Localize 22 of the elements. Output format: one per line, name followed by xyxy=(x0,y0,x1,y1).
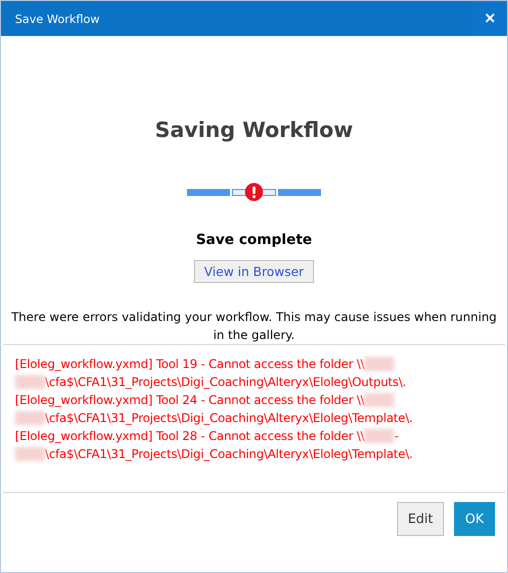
redacted-mark xyxy=(364,393,394,407)
dialog-heading: Saving Workflow xyxy=(154,118,354,142)
ok-button[interactable]: OK xyxy=(454,502,495,536)
view-in-browser-button[interactable]: View in Browser xyxy=(194,260,314,283)
error-text: [Eloleg_workflow.yxmd] Tool 24 - Cannot access the folder \\ xyxy=(15,393,364,407)
redacted-mark xyxy=(15,375,45,389)
redacted-mark xyxy=(364,357,394,371)
error-text: \cfa$\CFA1\31_Projects\Digi_Coaching\Alteryx\Eloleg\Template\. xyxy=(45,411,413,425)
error-text: \cfa$\CFA1\31_Projects\Digi_Coaching\Alteryx\Eloleg\Outputs\. xyxy=(45,375,406,389)
error-text: [Eloleg_workflow.yxmd] Tool 28 - Cannot access the folder \\ xyxy=(15,429,364,443)
close-button[interactable]: × xyxy=(473,1,507,36)
redacted-mark xyxy=(364,429,394,443)
redacted-mark xyxy=(15,411,45,425)
status-text: Save complete xyxy=(196,232,312,248)
error-icon xyxy=(245,183,263,201)
edit-button[interactable]: Edit xyxy=(396,502,444,536)
warning-message: There were errors validating your workflow. This may cause issues when running in the gallery. xyxy=(10,309,498,344)
error-text: \cfa$\CFA1\31_Projects\Digi_Coaching\Alteryx\Eloleg\Template\. xyxy=(45,447,413,461)
window-title: Save Workflow xyxy=(15,12,100,26)
error-text: [Eloleg_workflow.yxmd] Tool 19 - Cannot access the folder \\ xyxy=(15,357,364,371)
error-text: - xyxy=(394,429,399,443)
redacted-mark xyxy=(15,447,45,461)
